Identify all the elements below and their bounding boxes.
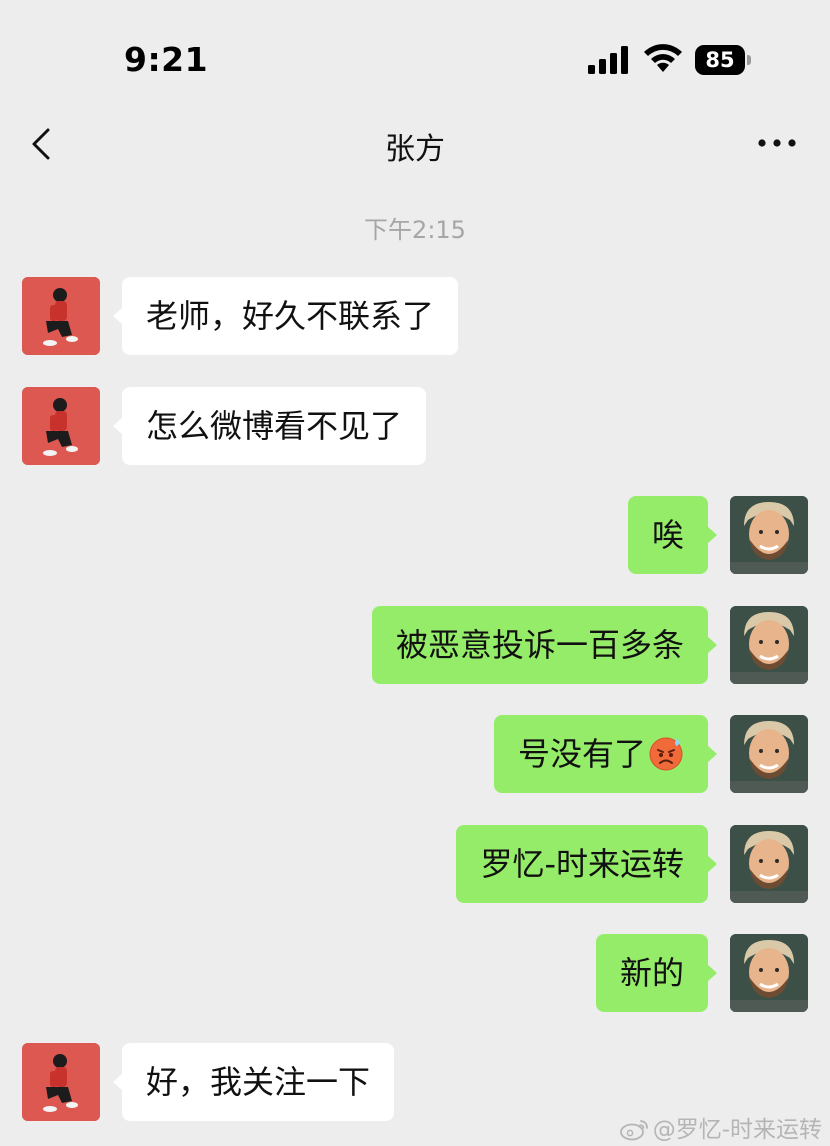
cellular-signal-icon: [588, 46, 628, 74]
message-bubble-outgoing[interactable]: 新的: [595, 934, 718, 1012]
self-avatar[interactable]: [730, 934, 808, 1012]
contact-avatar-image: [22, 277, 100, 355]
self-avatar-image: [730, 715, 808, 793]
message-text: 号没有了: [517, 735, 646, 773]
battery-indicator: 85: [695, 45, 753, 75]
self-avatar[interactable]: [730, 715, 808, 793]
more-options-button[interactable]: [752, 128, 802, 158]
watermark-text: @罗忆-时来运转: [652, 1117, 822, 1143]
wifi-icon: [644, 44, 682, 72]
contact-avatar-image: [22, 387, 100, 465]
contact-avatar[interactable]: [22, 387, 100, 465]
contact-avatar[interactable]: [22, 277, 100, 355]
weibo-icon: [619, 1119, 648, 1140]
self-avatar-image: [730, 825, 808, 903]
anxious-sweat-face-icon: [649, 737, 683, 771]
message-bubble-incoming[interactable]: 老师，好久不联系了: [112, 277, 459, 355]
message-bubble-outgoing[interactable]: 罗忆-时来运转: [456, 825, 717, 903]
message-bubble-outgoing[interactable]: 被恶意投诉一百多条: [371, 606, 718, 684]
battery-level: 85: [695, 45, 745, 75]
self-avatar[interactable]: [730, 496, 808, 574]
self-avatar[interactable]: [730, 606, 808, 684]
watermark: @罗忆-时来运转: [619, 1110, 822, 1144]
self-avatar-image: [730, 496, 808, 574]
self-avatar-image: [730, 934, 808, 1012]
battery-tip: [747, 55, 751, 65]
chat-header: 张方: [0, 110, 830, 180]
self-avatar-image: [730, 606, 808, 684]
message-timestamp: 下午2:15: [364, 216, 466, 244]
message-bubble-incoming[interactable]: 好，我关注一下: [112, 1043, 395, 1121]
contact-avatar[interactable]: [22, 1043, 100, 1121]
status-bar: 9:21 85: [0, 0, 830, 110]
message-bubble-incoming[interactable]: 怎么微博看不见了: [112, 387, 427, 465]
status-time: 9:21: [124, 40, 209, 79]
message-bubble-outgoing[interactable]: 唉: [627, 496, 718, 574]
self-avatar[interactable]: [730, 825, 808, 903]
message-bubble-outgoing[interactable]: 号没有了: [493, 715, 718, 793]
chat-title: 张方: [385, 132, 445, 167]
contact-avatar-image: [22, 1043, 100, 1121]
